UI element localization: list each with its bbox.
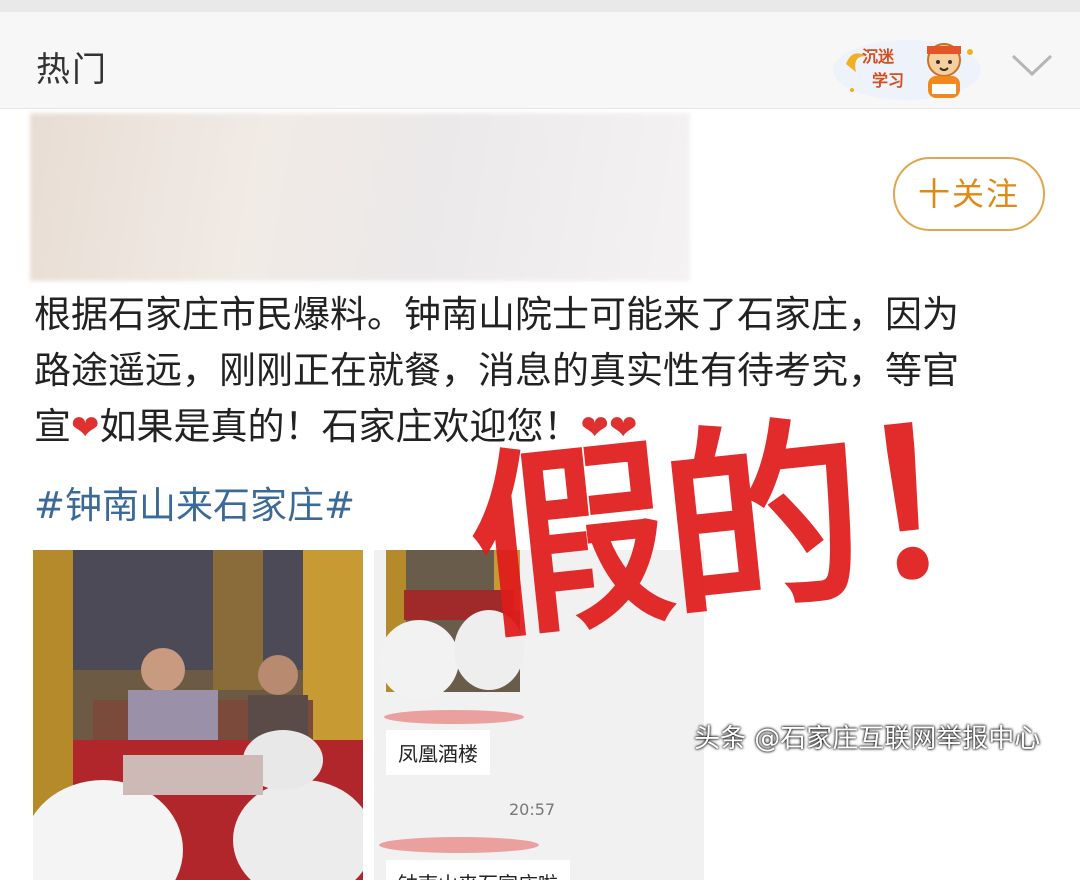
blurred-user-info bbox=[30, 113, 690, 281]
source-watermark: 头条 @石家庄互联网举报中心 bbox=[694, 724, 1041, 754]
chat-message-2: 钟南山来石家庄啦 bbox=[386, 860, 570, 880]
mascot-logo-icon: 沉迷 学习 bbox=[833, 40, 981, 100]
chat-timestamp: 20:57 bbox=[509, 800, 556, 819]
chat-message-1: 凤凰酒楼 bbox=[386, 730, 490, 775]
heart-icon: ❤ bbox=[71, 408, 100, 448]
weibo-post: 十关注 根据石家庄市民爆料。钟南山院士可能来了石家庄，因为 路途遥远，刚刚正在就… bbox=[0, 109, 1080, 880]
restaurant-photo-image bbox=[33, 550, 363, 880]
fake-stamp: 假的！ bbox=[459, 376, 1063, 669]
page-title: 热门 bbox=[36, 50, 108, 90]
svg-text:学习: 学习 bbox=[872, 71, 904, 90]
post-line-3-text: 宣 bbox=[34, 405, 71, 448]
svg-text:沉迷: 沉迷 bbox=[862, 47, 895, 66]
chevron-down-icon[interactable] bbox=[1010, 52, 1054, 78]
status-strip bbox=[0, 0, 1080, 12]
top-nav: 热门 沉迷 学习 bbox=[0, 12, 1080, 109]
post-photo-restaurant[interactable] bbox=[33, 550, 363, 880]
hashtag-link[interactable]: #钟南山来石家庄# bbox=[34, 475, 355, 529]
follow-button[interactable]: 十关注 bbox=[893, 157, 1045, 231]
post-line-1: 根据石家庄市民爆料。钟南山院士可能来了石家庄，因为 bbox=[34, 293, 959, 336]
